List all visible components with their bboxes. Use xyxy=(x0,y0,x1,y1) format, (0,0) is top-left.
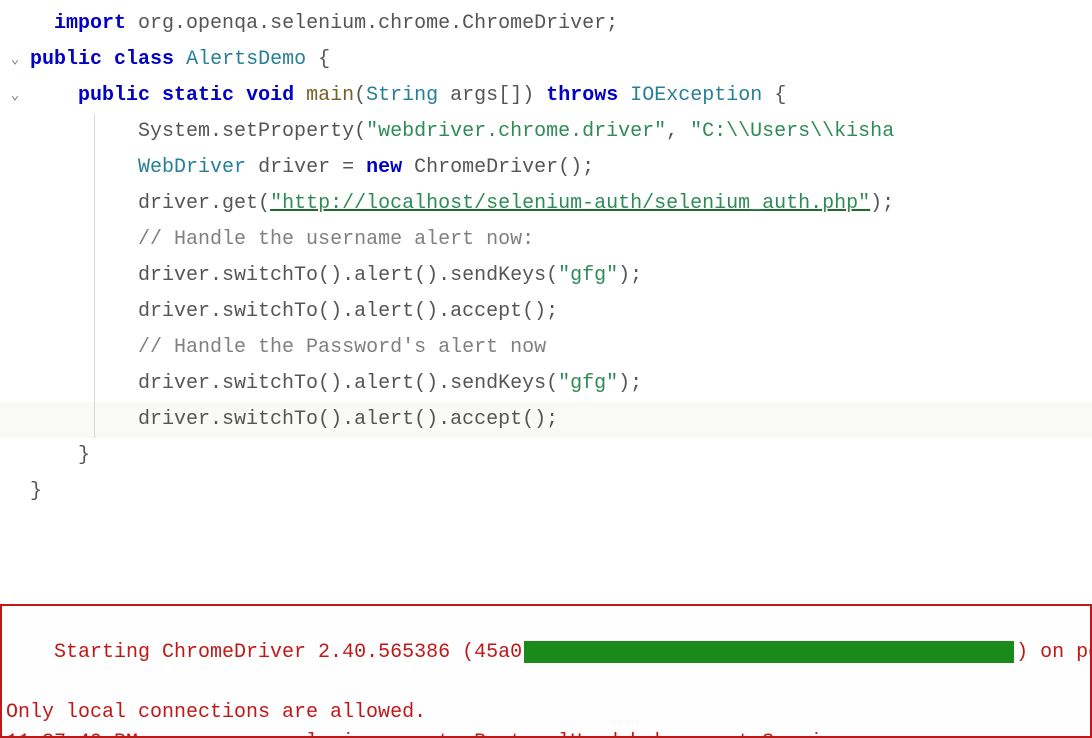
type-name: WebDriver xyxy=(138,150,246,186)
method-name: main xyxy=(306,78,354,114)
keyword-void: void xyxy=(246,78,294,114)
method-chain: driver.switchTo().alert().accept(); xyxy=(138,402,558,438)
param-name: args xyxy=(450,78,498,114)
keyword-throws: throws xyxy=(546,78,618,114)
method-call: .setProperty( xyxy=(210,114,366,150)
string-url: "http://localhost/selenium-auth/selenium… xyxy=(270,186,870,222)
method-chain: driver.switchTo().alert().accept(); xyxy=(138,294,558,330)
string-literal: "webdriver.chrome.driver" xyxy=(366,114,666,150)
call-tail: ); xyxy=(618,258,642,294)
code-line[interactable]: driver.switchTo().alert().sendKeys( "gfg… xyxy=(0,366,1092,402)
code-line[interactable]: driver.switchTo().alert().sendKeys( "gfg… xyxy=(0,258,1092,294)
console-line: 11:37:49 PM org.openqa.selenium.remote.P… xyxy=(6,728,1086,738)
object-ref: System xyxy=(138,114,210,150)
string-literal: "gfg" xyxy=(558,366,618,402)
keyword-class: class xyxy=(114,42,174,78)
code-line[interactable]: } xyxy=(0,474,1092,510)
brace-close: } xyxy=(78,438,90,474)
console-text: ) on port 520 xyxy=(1016,641,1092,664)
indent-guide xyxy=(94,222,95,258)
call-tail: ); xyxy=(618,366,642,402)
method-chain: driver.switchTo().alert().sendKeys( xyxy=(138,366,558,402)
code-line[interactable]: ⌄ public class AlertsDemo { xyxy=(0,42,1092,78)
console-panel[interactable]: Starting ChromeDriver 2.40.565386 (45a0)… xyxy=(0,604,1092,738)
keyword-public: public xyxy=(30,42,102,78)
indent-guide xyxy=(94,294,95,330)
brackets: [] xyxy=(498,78,522,114)
param-type: String xyxy=(366,78,438,114)
keyword-import: import xyxy=(54,6,126,42)
console-text: Starting ChromeDriver 2.40.565386 (45a0 xyxy=(54,641,522,664)
keyword-static: static xyxy=(162,78,234,114)
class-name: AlertsDemo xyxy=(186,42,306,78)
code-line[interactable]: driver.switchTo().alert().accept(); xyxy=(0,294,1092,330)
fold-toggle[interactable]: ⌄ xyxy=(0,78,30,114)
method-call: driver.get( xyxy=(138,186,270,222)
exception-type: IOException xyxy=(630,78,762,114)
paren-close: ) xyxy=(522,78,534,114)
brace-open: { xyxy=(774,78,786,114)
comma: , xyxy=(666,114,690,150)
redaction-bar xyxy=(524,641,1014,663)
code-line[interactable]: } xyxy=(0,438,1092,474)
code-line[interactable]: import org.openqa.selenium.chrome.Chrome… xyxy=(0,6,1092,42)
equals: = xyxy=(330,150,366,186)
comment: // Handle the username alert now: xyxy=(138,222,534,258)
console-line: Starting ChromeDriver 2.40.565386 (45a0)… xyxy=(6,608,1086,698)
indent-guide xyxy=(94,186,95,222)
import-package: org.openqa.selenium.chrome.ChromeDriver xyxy=(138,6,606,42)
code-line[interactable]: driver.switchTo().alert().accept(); xyxy=(0,402,1092,438)
keyword-public: public xyxy=(78,78,150,114)
code-line[interactable]: // Handle the username alert now: xyxy=(0,222,1092,258)
code-line[interactable]: // Handle the Password's alert now xyxy=(0,330,1092,366)
string-literal: "C:\\Users\\kisha xyxy=(690,114,894,150)
code-line[interactable]: System .setProperty( "webdriver.chrome.d… xyxy=(0,114,1092,150)
fold-toggle[interactable]: ⌄ xyxy=(0,42,30,78)
indent-guide xyxy=(94,330,95,366)
code-editor[interactable]: import org.openqa.selenium.chrome.Chrome… xyxy=(0,0,1092,510)
string-literal: "gfg" xyxy=(558,258,618,294)
code-line[interactable]: WebDriver driver = new ChromeDriver (); xyxy=(0,150,1092,186)
console-line: Only local connections are allowed. xyxy=(6,698,1086,728)
constructor: ChromeDriver xyxy=(414,150,558,186)
keyword-new: new xyxy=(366,150,402,186)
chevron-down-icon: ⌄ xyxy=(11,78,19,114)
call-tail: (); xyxy=(558,150,594,186)
brace-open: { xyxy=(318,42,330,78)
variable: driver xyxy=(258,150,330,186)
indent-guide xyxy=(94,114,95,150)
indent-guide xyxy=(94,366,95,402)
chevron-down-icon: ⌄ xyxy=(11,42,19,78)
indent-guide xyxy=(94,402,95,438)
semicolon: ; xyxy=(606,6,618,42)
call-tail: ); xyxy=(870,186,894,222)
indent-guide xyxy=(94,258,95,294)
method-chain: driver.switchTo().alert().sendKeys( xyxy=(138,258,558,294)
indent-guide xyxy=(94,150,95,186)
code-line[interactable]: driver.get( "http://localhost/selenium-a… xyxy=(0,186,1092,222)
brace-close: } xyxy=(30,474,42,510)
comment: // Handle the Password's alert now xyxy=(138,330,546,366)
paren-open: ( xyxy=(354,78,366,114)
code-line[interactable]: ⌄ public static void main ( String args … xyxy=(0,78,1092,114)
